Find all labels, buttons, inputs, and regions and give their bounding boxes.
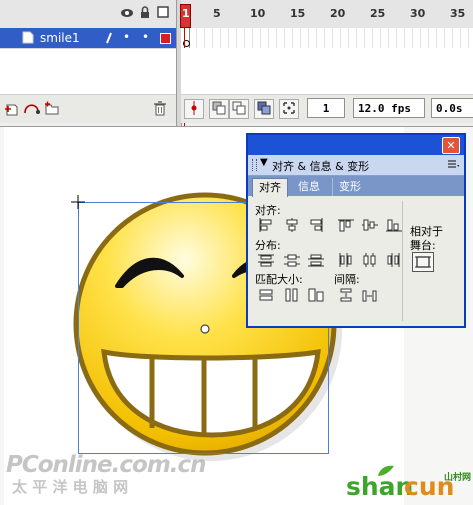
spacing-label: 间隔: xyxy=(334,273,360,286)
match-height-icon[interactable] xyxy=(284,288,300,302)
eye-icon[interactable] xyxy=(120,8,134,18)
to-stage-label-line2: 舞台: xyxy=(410,239,436,252)
add-motion-guide-icon[interactable] xyxy=(23,101,41,115)
onion-markers-icon xyxy=(283,102,295,114)
match-width-and-height-icon[interactable] xyxy=(308,288,324,302)
layer-list-empty xyxy=(0,48,176,95)
layer-tools xyxy=(0,94,176,123)
match-width-icon[interactable] xyxy=(258,288,274,302)
pencil-icon xyxy=(106,32,112,44)
panel-title: 对齐 & 信息 & 变形 xyxy=(272,160,370,173)
panel-tab-bar: 对齐 信息 变形 xyxy=(248,176,464,197)
collapse-arrow-icon[interactable]: ▼ xyxy=(260,157,268,168)
distribute-bottom-icon[interactable] xyxy=(308,253,324,267)
watermark-pconline: PConline.com.cn xyxy=(6,452,207,478)
timeline-panel: smile1 • • 1 5 10 15 20 25 30 35 1 12.0 … xyxy=(0,0,473,127)
frame-number-20: 20 xyxy=(330,7,346,20)
outline-color-box[interactable] xyxy=(160,33,171,44)
layer-row-smile1[interactable]: smile1 • • xyxy=(0,28,176,48)
panel-header[interactable]: ▼ 对齐 & 信息 & 变形 xyxy=(248,155,464,176)
center-frame-icon xyxy=(191,101,197,115)
tab-transform[interactable]: 变形 xyxy=(332,178,367,196)
align-top-edge-icon[interactable] xyxy=(338,218,354,232)
panel-titlebar[interactable]: ✕ xyxy=(248,135,464,155)
watermark-shancun: shan cun 山村网 xyxy=(346,465,472,504)
current-frame-field: 1 xyxy=(307,98,345,118)
watermark-pconline-cn: 太 平 洋 电 脑 网 xyxy=(12,478,129,496)
panel-separator xyxy=(402,201,403,321)
insert-folder-icon[interactable] xyxy=(44,101,60,115)
trash-icon[interactable] xyxy=(153,101,167,116)
edit-multiple-frames-button[interactable] xyxy=(254,99,274,119)
frame-number-30: 30 xyxy=(410,7,426,20)
distribute-horizontal-center-icon[interactable] xyxy=(362,253,378,267)
layer-name[interactable]: smile1 xyxy=(40,31,80,45)
space-evenly-horizontally-icon[interactable] xyxy=(362,288,378,302)
to-stage-icon xyxy=(415,256,431,268)
watermark-shancun-net: 山村网 xyxy=(444,473,472,483)
distribute-right-icon[interactable] xyxy=(386,253,402,267)
frame-number-10: 10 xyxy=(250,7,266,20)
modify-onion-markers-button[interactable] xyxy=(279,99,299,119)
onion-skin-icon xyxy=(212,101,226,115)
frame-number-1: 1 xyxy=(182,7,190,20)
insert-layer-icon[interactable] xyxy=(4,102,20,116)
onion-skin-outlines-button[interactable] xyxy=(229,99,249,119)
space-evenly-vertically-icon[interactable] xyxy=(338,288,354,302)
align-info-transform-panel: ✕ ▼ 对齐 & 信息 & 变形 对齐 信息 变形 对齐: 分布: 匹配大小: … xyxy=(246,133,466,328)
panel-grip-icon[interactable] xyxy=(252,159,257,171)
align-label: 对齐: xyxy=(255,204,281,217)
onion-skin-button[interactable] xyxy=(209,99,229,119)
lock-dot[interactable]: • xyxy=(142,30,149,44)
visibility-dot[interactable]: • xyxy=(123,30,130,44)
crosshair-icon xyxy=(71,195,85,209)
match-size-label: 匹配大小: xyxy=(255,273,303,286)
distribute-label: 分布: xyxy=(255,239,281,252)
frame-number-5: 5 xyxy=(213,7,221,20)
outline-icon[interactable] xyxy=(157,6,169,18)
lock-icon[interactable] xyxy=(140,6,150,19)
frame-number-15: 15 xyxy=(290,7,306,20)
layer-page-icon xyxy=(22,31,34,44)
frame-number-25: 25 xyxy=(370,7,386,20)
align-horizontal-center-icon[interactable] xyxy=(284,218,300,232)
layer-header xyxy=(0,0,176,29)
align-vertical-center-icon[interactable] xyxy=(362,218,378,232)
frame-row[interactable] xyxy=(181,28,473,49)
to-stage-toggle-button[interactable] xyxy=(412,252,434,272)
distribute-left-icon[interactable] xyxy=(338,253,354,267)
center-frame-button[interactable] xyxy=(184,99,204,119)
panel-options-menu-icon[interactable] xyxy=(447,159,460,171)
align-right-edge-icon[interactable] xyxy=(308,218,324,232)
tab-info[interactable]: 信息 xyxy=(292,178,326,196)
edit-multiple-frames-icon xyxy=(257,101,271,115)
frame-ruler[interactable]: 1 5 10 15 20 25 30 35 xyxy=(180,0,473,29)
timeline-status-bar: 1 12.0 fps 0.0s xyxy=(181,94,473,123)
distribute-top-icon[interactable] xyxy=(258,253,274,267)
distribute-vertical-center-icon[interactable] xyxy=(284,253,300,267)
tab-align[interactable]: 对齐 xyxy=(252,178,288,197)
elapsed-time-field: 0.0s xyxy=(431,98,473,118)
align-left-edge-icon[interactable] xyxy=(258,218,274,232)
align-bottom-edge-icon[interactable] xyxy=(386,218,402,232)
frame-rate-field: 12.0 fps xyxy=(353,98,425,118)
frame-area-empty xyxy=(181,48,473,94)
frame-number-35: 35 xyxy=(450,7,466,20)
onion-skin-outlines-icon xyxy=(232,101,246,115)
panel-close-button[interactable]: ✕ xyxy=(442,137,460,154)
